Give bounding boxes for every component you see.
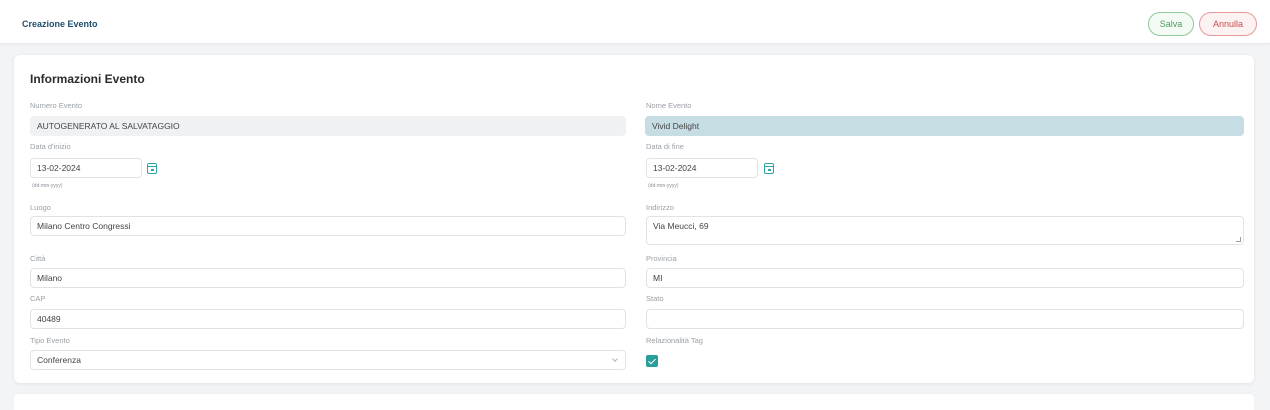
nome-evento-label: Nome Evento	[646, 101, 692, 110]
nome-evento-field[interactable]: Vivid Delight	[645, 116, 1244, 136]
relazionalita-tag-checkbox[interactable]	[646, 355, 658, 367]
page-title: Creazione Evento	[22, 19, 98, 29]
cap-label: CAP	[30, 294, 46, 303]
provincia-input[interactable]: MI	[646, 268, 1244, 288]
indirizzo-value: Via Meucci, 69	[653, 221, 709, 231]
tipo-evento-label: Tipo Evento	[30, 336, 70, 345]
relazionalita-tag-label: Relazionalità Tag	[646, 336, 703, 345]
chevron-down-icon	[612, 356, 618, 362]
next-section-card	[14, 394, 1254, 410]
numero-evento-field: AUTOGENERATO AL SALVATAGGIO	[30, 116, 626, 136]
luogo-input[interactable]: Milano Centro Congressi	[30, 216, 626, 236]
cancel-button[interactable]: Annulla	[1199, 12, 1257, 36]
cap-input[interactable]: 40489	[30, 309, 626, 329]
citta-label: Città	[30, 254, 46, 263]
indirizzo-label: Indirizzo	[646, 203, 674, 212]
card-title: Informazioni Evento	[30, 72, 145, 86]
top-bar: Creazione Evento Salva Annulla	[0, 0, 1270, 44]
data-inizio-label: Data d'inizio	[30, 142, 71, 151]
save-button[interactable]: Salva	[1148, 12, 1194, 36]
data-inizio-hint: (dd-mm-yyyy)	[32, 183, 63, 189]
data-inizio-input[interactable]: 13-02-2024	[30, 158, 142, 178]
luogo-label: Luogo	[30, 203, 51, 212]
tipo-evento-select[interactable]: Conferenza	[30, 350, 626, 370]
calendar-icon[interactable]	[147, 163, 157, 174]
provincia-label: Provincia	[646, 254, 677, 263]
stato-label: Stato	[646, 294, 664, 303]
tipo-evento-value: Conferenza	[37, 355, 81, 365]
calendar-icon[interactable]	[764, 163, 774, 174]
numero-evento-label: Numero Evento	[30, 101, 83, 110]
indirizzo-textarea[interactable]: Via Meucci, 69	[646, 216, 1244, 245]
resize-grip-icon[interactable]	[1236, 237, 1241, 242]
data-fine-label: Data di fine	[646, 142, 684, 151]
event-info-card: Informazioni Evento Numero Evento AUTOGE…	[14, 55, 1254, 383]
data-fine-hint: (dd-mm-yyyy)	[648, 183, 679, 189]
citta-input[interactable]: Milano	[30, 268, 626, 288]
stato-input[interactable]	[646, 309, 1244, 329]
data-fine-input[interactable]: 13-02-2024	[646, 158, 758, 178]
